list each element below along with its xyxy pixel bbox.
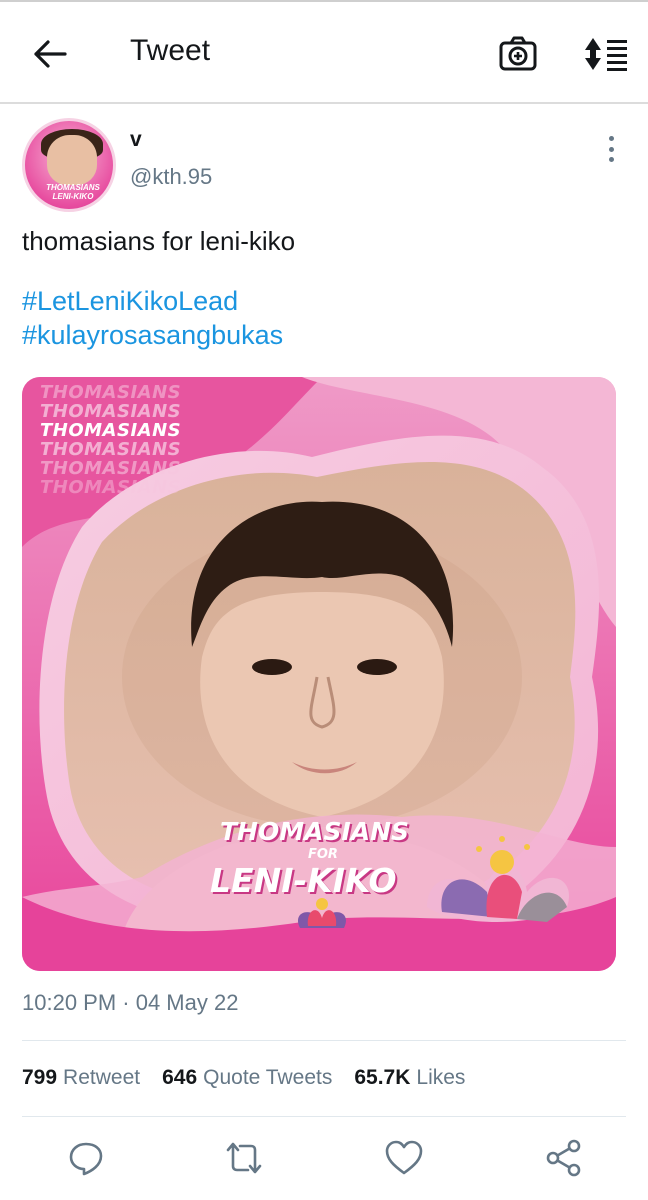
likes-count: 65.7K [354,1066,411,1089]
retweets-count: 799 [22,1066,58,1089]
media-headline: THOMASIANS [220,817,410,846]
retweet-icon [226,1142,262,1174]
divider [22,1116,626,1117]
camera-add-button[interactable] [496,32,540,76]
quote-tweets-count: 646 [162,1066,198,1089]
quote-tweets-stat[interactable]: 646 Quote Tweets [162,1066,332,1090]
divider [22,1040,626,1041]
avatar-face [47,135,97,185]
more-vertical-icon-dot [608,136,614,141]
watermark-line: THOMASIANS [40,420,182,441]
author-handle[interactable]: @kth.95 [130,164,212,190]
share-button[interactable] [542,1136,586,1180]
tweet-media-image[interactable]: THOMASIANS THOMASIANS THOMASIANS THOMASI… [22,377,616,971]
retweet-button[interactable] [222,1136,266,1180]
hashtag-link[interactable]: #LetLeniKikoLead [22,286,238,317]
top-app-bar: Tweet [0,0,648,104]
more-options-button[interactable] [596,132,626,166]
watermark-line: THOMASIANS [40,439,182,460]
watermark-line: THOMASIANS [40,458,182,479]
tweet-text: thomasians for leni-kiko [22,226,296,256]
back-button[interactable] [28,32,72,76]
likes-stat[interactable]: 65.7K Likes [354,1066,465,1090]
sort-button[interactable] [582,32,630,76]
watermark-text-block: THOMASIANS THOMASIANS THOMASIANS THOMASI… [40,383,181,497]
avatar-caption: THOMASIANS LENI-KIKO [43,183,103,201]
media-subline: LENI-KIKO [210,861,397,900]
watermark-line: THOMASIANS [40,477,182,498]
likes-label: Likes [416,1066,466,1089]
tweet-action-bar [0,1136,648,1186]
avatar-caption-line1: THOMASIANS [46,183,100,192]
tweet-stats: 799 Retweet 646 Quote Tweets 65.7K Likes [22,1066,465,1090]
avatar[interactable]: THOMASIANS LENI-KIKO [22,118,116,212]
retweets-label: Retweet [63,1066,141,1089]
hashtag-link[interactable]: #kulayrosasangbukas [22,320,283,351]
more-vertical-icon-dot [608,157,614,162]
sort-icon [585,38,627,71]
quote-tweets-label: Quote Tweets [203,1066,333,1089]
author-display-name[interactable]: v [130,128,142,152]
retweets-stat[interactable]: 799 Retweet [22,1066,140,1090]
watermark-line: THOMASIANS [40,401,182,422]
heart-icon [385,1140,423,1175]
arrow-left-icon [34,40,67,68]
more-vertical-icon-dot [608,146,614,152]
tweet-timestamp: 10:20 PM · 04 May 22 [22,990,239,1015]
reply-icon [69,1142,103,1176]
media-for-text: FOR [308,847,338,862]
avatar-caption-line2: LENI-KIKO [52,192,94,201]
share-icon [546,1139,581,1177]
reply-button[interactable] [64,1136,108,1180]
page-title: Tweet [130,34,211,67]
watermark-line: THOMASIANS [40,382,182,403]
like-button[interactable] [382,1136,426,1180]
camera-add-icon [499,36,537,71]
